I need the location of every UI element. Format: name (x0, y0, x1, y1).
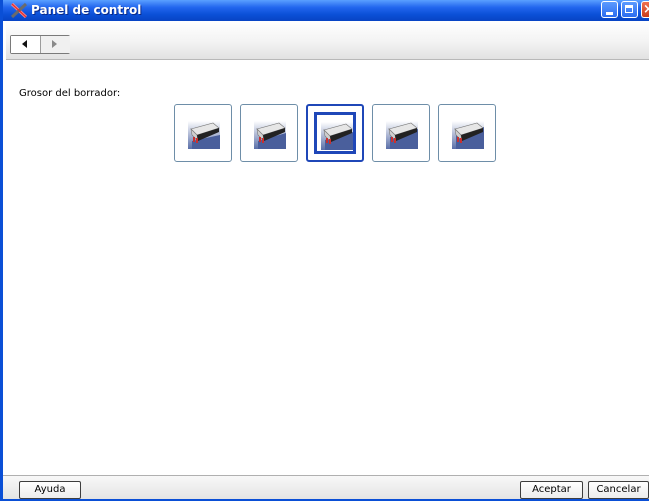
cancel-button[interactable]: Cancelar (588, 481, 649, 499)
eraser-thickness-option-3[interactable] (306, 104, 364, 162)
eraser-icon (452, 121, 484, 149)
minimize-button[interactable] (601, 1, 618, 18)
close-icon: × (643, 2, 649, 17)
window-title: Panel de control (31, 3, 142, 17)
help-button[interactable]: Ayuda (19, 481, 81, 499)
back-arrow-icon (22, 40, 27, 48)
minimize-icon (606, 12, 613, 15)
app-icon (10, 2, 28, 19)
eraser-icon (321, 122, 353, 150)
maximize-button[interactable] (621, 1, 638, 18)
title-bar[interactable]: Panel de control × (3, 0, 649, 21)
navigation-bar (6, 21, 649, 60)
navigation-buttons (10, 35, 70, 54)
forward-arrow-icon (52, 40, 57, 48)
back-button[interactable] (11, 36, 41, 53)
eraser-thickness-option-1[interactable] (174, 104, 232, 162)
forward-button[interactable] (41, 36, 70, 53)
close-button[interactable]: × (641, 1, 649, 18)
eraser-icon (386, 121, 418, 149)
eraser-thickness-option-4[interactable] (372, 104, 430, 162)
eraser-thickness-option-5[interactable] (438, 104, 496, 162)
eraser-thickness-label: Grosor del borrador: (19, 88, 121, 99)
eraser-icon (188, 121, 220, 149)
maximize-icon (625, 5, 633, 13)
eraser-thickness-option-2[interactable] (240, 104, 298, 162)
accept-button[interactable]: Aceptar (520, 481, 583, 499)
eraser-icon (254, 121, 286, 149)
